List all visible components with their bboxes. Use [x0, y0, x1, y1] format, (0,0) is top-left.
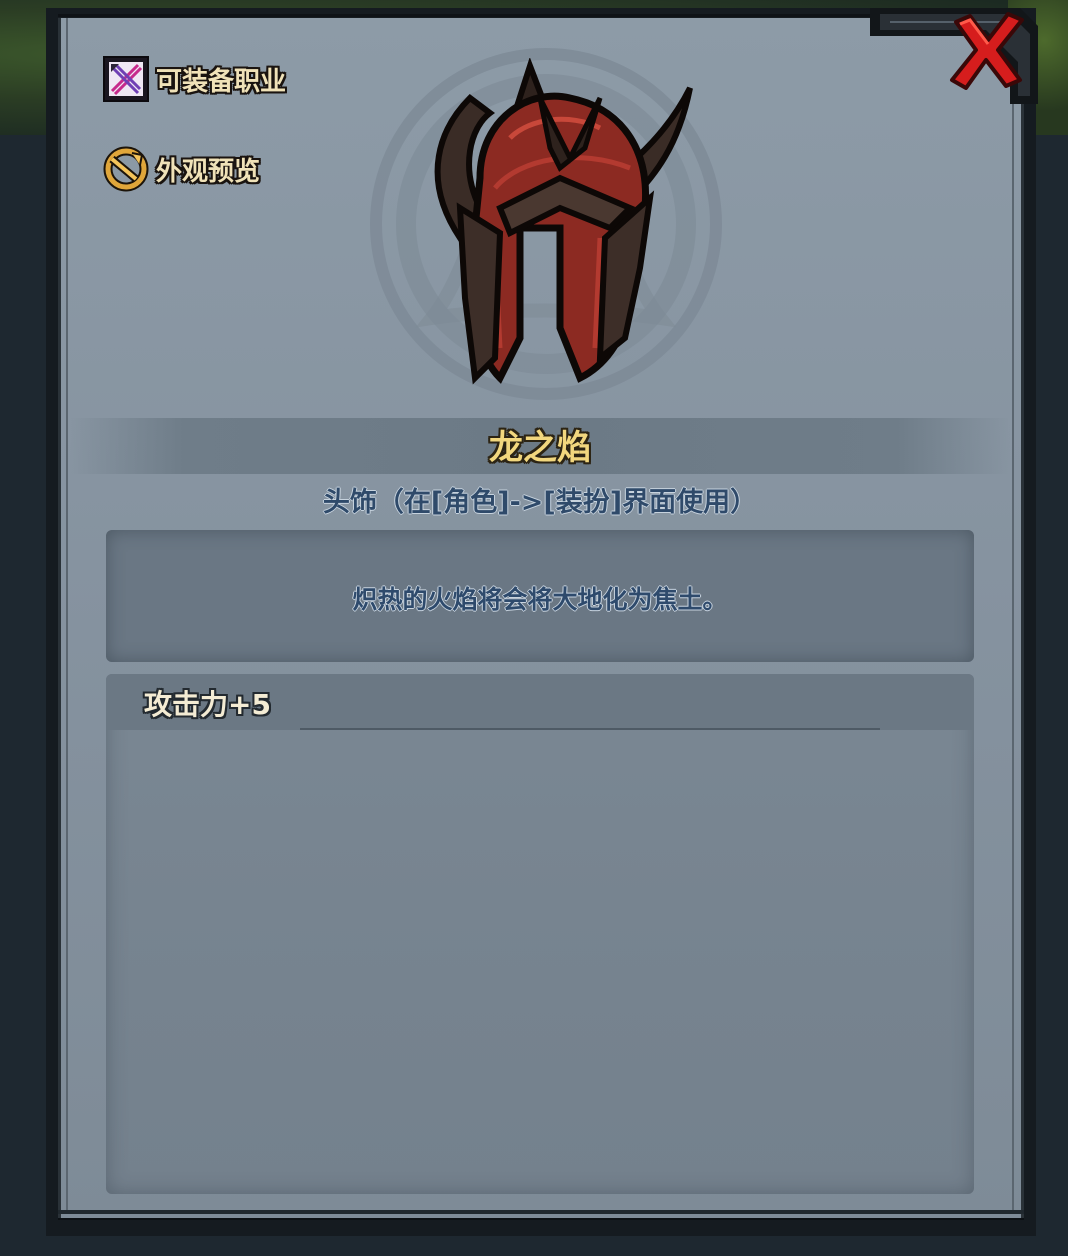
close-icon[interactable] [946, 8, 1028, 90]
item-description: 炽热的火焰将会将大地化为焦土。 [352, 585, 728, 614]
item-name: 龙之焰 [489, 428, 591, 468]
appearance-preview-button[interactable]: 外观预览 [102, 144, 260, 194]
stats-divider [300, 728, 880, 730]
panel-border-right [1012, 60, 1014, 1214]
preview-swap-icon [103, 146, 149, 192]
equip-class-button[interactable]: 可装备职业 [102, 54, 286, 104]
equip-class-label: 可装备职业 [156, 66, 287, 97]
appearance-preview-label: 外观预览 [156, 156, 261, 187]
panel-border-bottom-shadow [58, 1218, 1024, 1220]
panel-border-left [66, 18, 68, 1214]
item-stats-box [106, 674, 974, 1194]
panel-border-top [58, 14, 958, 17]
dragon-helmet-icon [434, 58, 693, 385]
panel-border-bottom [58, 1210, 1024, 1214]
stat-attack: 攻击力+5 [144, 688, 271, 721]
crossed-swords-icon [103, 56, 149, 102]
item-type: 头饰（在[角色]->[装扮]界面使用） [322, 487, 758, 518]
